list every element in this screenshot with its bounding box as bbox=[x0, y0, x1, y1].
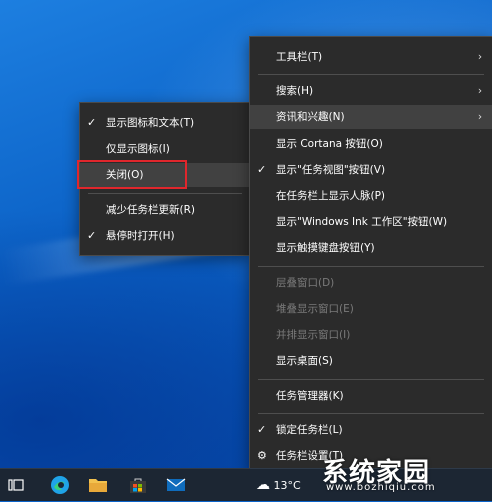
menu-item-show-cortana[interactable]: 显示 Cortana 按钮(O) bbox=[250, 132, 492, 156]
menu-item-label: 显示"Windows Ink 工作区"按钮(W) bbox=[276, 216, 448, 228]
menu-item-label: 显示触摸键盘按钮(Y) bbox=[276, 242, 375, 254]
menu-item-label: 显示 Cortana 按钮(O) bbox=[276, 138, 383, 150]
menu-item-news-interests[interactable]: 资讯和兴趣(N) › bbox=[250, 105, 492, 129]
chevron-right-icon: › bbox=[477, 85, 483, 97]
menu-item-label: 显示图标和文本(T) bbox=[106, 117, 195, 129]
menu-item-label: 显示桌面(S) bbox=[276, 355, 333, 367]
microsoft-store-icon[interactable] bbox=[128, 475, 148, 495]
task-view-icon[interactable] bbox=[6, 475, 26, 495]
chevron-right-icon: › bbox=[477, 111, 483, 123]
menu-separator bbox=[258, 379, 484, 380]
menu-item-label: 仅显示图标(I) bbox=[106, 143, 170, 155]
edge-browser-icon[interactable] bbox=[50, 475, 70, 495]
menu-item-side-by-side: 并排显示窗口(I) bbox=[250, 323, 492, 347]
file-explorer-icon[interactable] bbox=[88, 475, 108, 495]
menu-item-label: 减少任务栏更新(R) bbox=[106, 204, 195, 216]
menu-item-show-touch-keyboard[interactable]: 显示触摸键盘按钮(Y) bbox=[250, 236, 492, 260]
menu-separator bbox=[258, 74, 484, 75]
gear-icon: ⚙ bbox=[257, 449, 267, 462]
menu-item-show-ink-workspace[interactable]: 显示"Windows Ink 工作区"按钮(W) bbox=[250, 210, 492, 234]
menu-item-show-task-view[interactable]: ✓ 显示"任务视图"按钮(V) bbox=[250, 158, 492, 182]
menu-item-label: 工具栏(T) bbox=[276, 51, 323, 63]
weather-widget[interactable]: ☁ 13°C bbox=[256, 469, 301, 501]
watermark-url: www.bozhiqiu.com bbox=[326, 482, 436, 493]
menu-item-stack-windows: 堆叠显示窗口(E) bbox=[250, 297, 492, 321]
menu-item-cascade-windows: 层叠窗口(D) bbox=[250, 271, 492, 295]
menu-item-reduce-updates[interactable]: 减少任务栏更新(R) bbox=[80, 198, 250, 222]
menu-item-label: 层叠窗口(D) bbox=[276, 277, 335, 289]
menu-separator bbox=[88, 193, 242, 194]
menu-item-task-manager[interactable]: 任务管理器(K) bbox=[250, 384, 492, 408]
check-icon: ✓ bbox=[257, 163, 267, 176]
menu-separator bbox=[258, 266, 484, 267]
cloud-icon: ☁ bbox=[256, 477, 270, 493]
menu-item-show-desktop[interactable]: 显示桌面(S) bbox=[250, 349, 492, 373]
menu-item-search[interactable]: 搜索(H) › bbox=[250, 79, 492, 103]
menu-item-label: 并排显示窗口(I) bbox=[276, 329, 351, 341]
menu-item-show-people[interactable]: 在任务栏上显示人脉(P) bbox=[250, 184, 492, 208]
red-highlight-box bbox=[77, 160, 187, 189]
menu-item-open-on-hover[interactable]: ✓ 悬停时打开(H) bbox=[80, 224, 250, 248]
check-icon: ✓ bbox=[87, 229, 97, 242]
check-icon: ✓ bbox=[257, 423, 267, 436]
menu-item-label: 任务管理器(K) bbox=[276, 390, 344, 402]
menu-item-lock-taskbar[interactable]: ✓ 锁定任务栏(L) bbox=[250, 418, 492, 442]
menu-item-show-icon-only[interactable]: 仅显示图标(I) bbox=[80, 137, 250, 161]
menu-item-label: 显示"任务视图"按钮(V) bbox=[276, 164, 386, 176]
menu-item-toolbars[interactable]: 工具栏(T) › bbox=[250, 45, 492, 69]
taskbar-context-menu: 工具栏(T) › 搜索(H) › 资讯和兴趣(N) › 显示 Cortana 按… bbox=[249, 36, 492, 472]
mail-icon[interactable] bbox=[166, 475, 186, 495]
weather-temperature: 13°C bbox=[273, 479, 301, 492]
menu-item-show-icon-and-text[interactable]: ✓ 显示图标和文本(T) bbox=[80, 111, 250, 135]
menu-item-label: 资讯和兴趣(N) bbox=[276, 111, 345, 123]
menu-item-label: 在任务栏上显示人脉(P) bbox=[276, 190, 386, 202]
chevron-right-icon: › bbox=[477, 51, 483, 63]
menu-item-label: 搜索(H) bbox=[276, 85, 314, 97]
menu-item-label: 锁定任务栏(L) bbox=[276, 424, 343, 436]
check-icon: ✓ bbox=[87, 116, 97, 129]
menu-separator bbox=[258, 413, 484, 414]
menu-item-label: 悬停时打开(H) bbox=[106, 230, 175, 242]
menu-item-label: 堆叠显示窗口(E) bbox=[276, 303, 354, 315]
